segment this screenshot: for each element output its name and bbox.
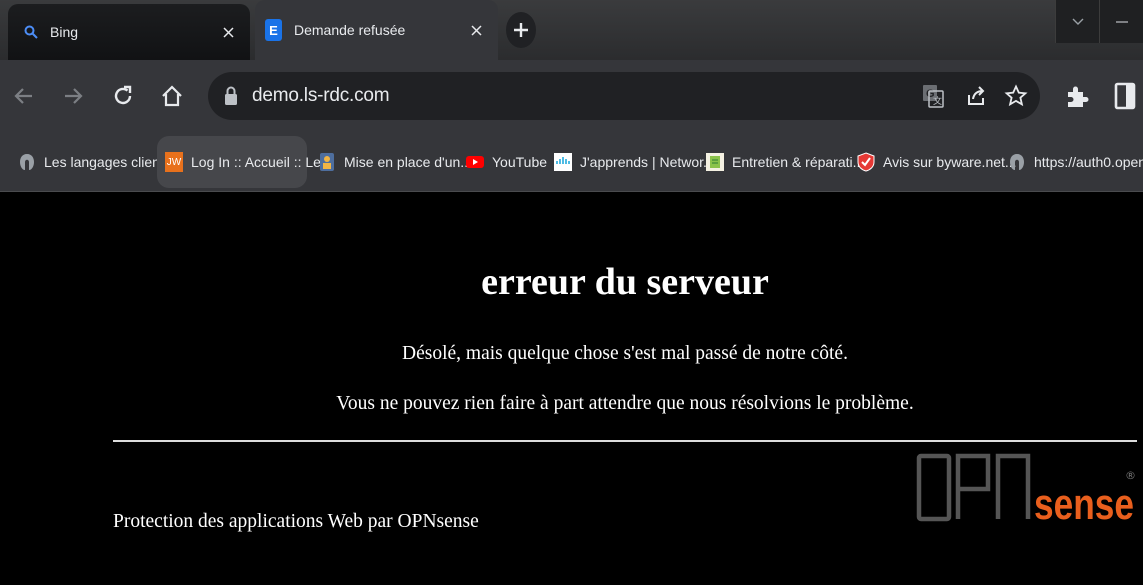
svg-text:文: 文	[933, 95, 942, 107]
minimize-button[interactable]	[1099, 0, 1143, 43]
bookmark-item[interactable]: YouTube	[466, 136, 547, 188]
bookmark-label: Log In :: Accueil :: Le...	[191, 154, 333, 170]
youtube-icon	[466, 153, 484, 171]
jw-icon: JW	[165, 152, 183, 172]
minimize-icon	[1115, 20, 1128, 23]
search-icon	[24, 25, 38, 39]
svg-text:sense: sense	[1034, 480, 1134, 529]
svg-text:®: ®	[1125, 469, 1136, 482]
bookmark-label: Avis sur byware.net...	[883, 154, 1017, 170]
bookmark-star-icon[interactable]	[1004, 84, 1028, 113]
footer-text: Protection des applications Web par OPNs…	[113, 511, 479, 532]
bookmark-item[interactable]: Mise en place d'un...	[318, 136, 472, 188]
tab-strip: Bing E Demande refusée	[0, 0, 1143, 60]
puzzle-icon	[1068, 86, 1089, 107]
back-button[interactable]	[6, 78, 42, 114]
globe-icon	[1008, 153, 1026, 171]
bookmark-item[interactable]: Les langages client...	[18, 136, 176, 188]
cisco-icon	[554, 153, 572, 171]
bookmark-item[interactable]: JW Log In :: Accueil :: Le...	[157, 136, 333, 188]
reload-icon	[114, 85, 132, 105]
bookmark-label: J'apprends | Networ...	[580, 154, 715, 170]
address-bar[interactable]: demo.ls-rdc.com G文	[208, 72, 1040, 120]
bookmark-label: Mise en place d'un...	[344, 154, 472, 170]
bookmark-label: Les langages client...	[44, 154, 176, 170]
bookmark-item[interactable]: https://auth0.opena...	[1008, 136, 1143, 188]
arrow-right-icon	[65, 88, 83, 104]
home-icon	[162, 85, 182, 107]
reload-button[interactable]	[105, 78, 141, 114]
bookmark-label: https://auth0.opena...	[1034, 154, 1143, 170]
close-icon[interactable]	[220, 24, 236, 40]
side-panel-button[interactable]	[1107, 78, 1143, 114]
divider	[113, 440, 1137, 442]
arrow-left-icon	[14, 88, 32, 104]
side-panel-icon	[1114, 82, 1136, 110]
e-favicon-icon: E	[265, 19, 282, 41]
window-controls	[1055, 0, 1143, 43]
tab-search-button[interactable]	[1055, 0, 1099, 43]
page-content: erreur du serveur Désolé, mais quelque c…	[0, 193, 1143, 585]
home-button[interactable]	[154, 78, 190, 114]
new-tab-button[interactable]	[506, 12, 536, 48]
bookmark-item[interactable]: Avis sur byware.net...	[857, 136, 1017, 188]
plus-icon	[514, 23, 528, 37]
bookmark-label: Entretien & réparati...	[732, 154, 865, 170]
document-icon	[706, 153, 724, 171]
chevron-down-icon	[1072, 18, 1083, 25]
tab-demande-refusee[interactable]: E Demande refusée	[255, 0, 498, 60]
translate-icon[interactable]: G文	[922, 84, 944, 113]
bookmarks-bar: Les langages client... JW Log In :: Accu…	[0, 132, 1143, 192]
share-icon[interactable]	[964, 84, 988, 113]
bookmark-item[interactable]: Entretien & réparati...	[706, 136, 864, 188]
lock-icon[interactable]	[224, 86, 238, 111]
globe-icon	[18, 153, 36, 171]
url-text[interactable]: demo.ls-rdc.com	[252, 85, 390, 107]
close-icon[interactable]	[468, 22, 484, 38]
tab-title: Bing	[50, 24, 79, 40]
person-icon	[318, 153, 336, 171]
shield-icon	[857, 152, 875, 172]
bookmark-label: YouTube	[492, 154, 548, 170]
forward-button[interactable]	[55, 78, 91, 114]
error-message: Désolé, mais quelque chose s'est mal pas…	[402, 343, 848, 364]
bookmark-item[interactable]: J'apprends | Networ...	[554, 136, 715, 188]
page-title: erreur du serveur	[481, 261, 769, 303]
tab-title: Demande refusée	[294, 22, 406, 38]
browser-toolbar: demo.ls-rdc.com G文	[0, 60, 1143, 132]
tab-bing[interactable]: Bing	[8, 4, 250, 60]
extensions-button[interactable]	[1059, 78, 1095, 114]
error-message-secondary: Vous ne pouvez rien faire à part attendr…	[336, 393, 914, 414]
opnsense-logo: sense ®	[916, 453, 1136, 529]
